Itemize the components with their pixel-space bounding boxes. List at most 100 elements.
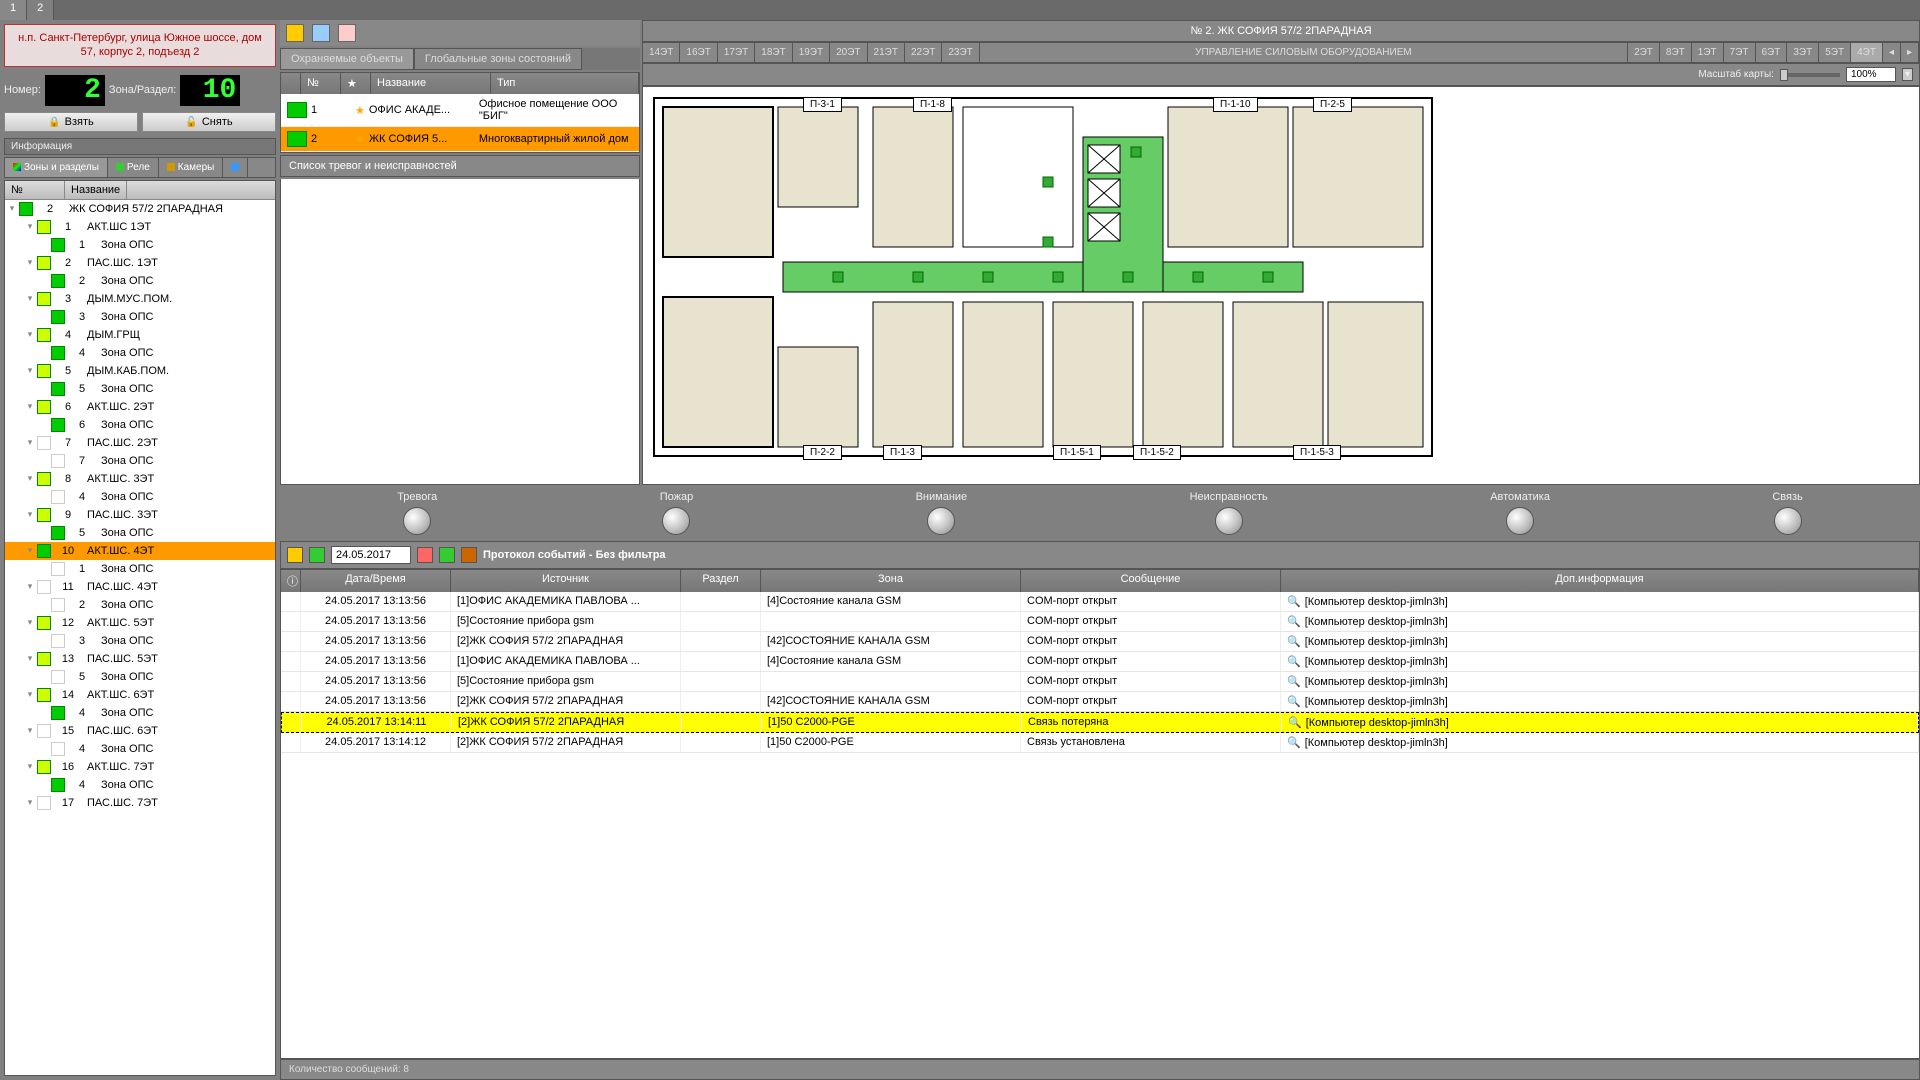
floor-tab[interactable]: 1ЭТ xyxy=(1692,43,1724,62)
tree-row[interactable]: ▾17ПАС.ШС. 7ЭТ xyxy=(5,794,275,812)
tree-row[interactable]: ▾15ПАС.ШС. 6ЭТ xyxy=(5,722,275,740)
object-row[interactable]: 2★ЖК СОФИЯ 5...Многоквартирный жилой дом xyxy=(281,127,639,152)
tree-row[interactable]: 5Зона ОПС xyxy=(5,524,275,542)
obj-col-type[interactable]: Тип xyxy=(491,73,639,94)
grid-col-message[interactable]: Сообщение xyxy=(1021,570,1281,592)
floorplan-canvas[interactable]: П-3-1 П-1-8 П-1-10 П-2-5 П-2-2 П-1-3 П-1… xyxy=(642,86,1920,485)
event-grid[interactable]: ⓘ Дата/Время Источник Раздел Зона Сообще… xyxy=(280,569,1920,1059)
alarms-list[interactable] xyxy=(280,179,640,485)
tree-row[interactable]: 5Зона ОПС xyxy=(5,668,275,686)
floor-tab[interactable]: 22ЭТ xyxy=(905,43,942,62)
tree-row[interactable]: ▾13ПАС.ШС. 5ЭТ xyxy=(5,650,275,668)
grid-col-datetime[interactable]: Дата/Время xyxy=(301,570,451,592)
grid-col-extra[interactable]: Доп.информация xyxy=(1281,570,1919,592)
floor-tab[interactable]: 14ЭТ xyxy=(643,43,680,62)
tree-row[interactable]: 6Зона ОПС xyxy=(5,416,275,434)
zone-tree[interactable]: № Название ▾2ЖК СОФИЯ 57/2 2ПАРАДНАЯ▾1АК… xyxy=(4,180,276,1076)
grid-col-section[interactable]: Раздел xyxy=(681,570,761,592)
floor-tab[interactable]: 20ЭТ xyxy=(830,43,867,62)
tree-root[interactable]: ▾2ЖК СОФИЯ 57/2 2ПАРАДНАЯ xyxy=(5,200,275,218)
tree-row[interactable]: 4Зона ОПС xyxy=(5,776,275,794)
arm-button[interactable]: Взять xyxy=(4,112,138,132)
tree-row[interactable]: 2Зона ОПС xyxy=(5,596,275,614)
magnifier-icon[interactable]: 🔍 xyxy=(1287,676,1301,688)
tree-col-num[interactable]: № xyxy=(5,181,65,199)
event-row[interactable]: 24.05.2017 13:13:56[5]Состояние прибора … xyxy=(281,612,1919,632)
clipboard-icon[interactable] xyxy=(338,24,356,42)
export-icon[interactable] xyxy=(439,547,455,563)
tree-row[interactable]: 4Зона ОПС xyxy=(5,740,275,758)
obj-col-num[interactable]: № xyxy=(301,73,341,94)
tree-row[interactable]: ▾4ДЫМ.ГРЩ xyxy=(5,326,275,344)
scale-dropdown-icon[interactable]: ▾ xyxy=(1902,68,1913,81)
tab-cameras[interactable]: Камеры xyxy=(159,158,224,177)
tree-row[interactable]: ▾16АКТ.ШС. 7ЭТ xyxy=(5,758,275,776)
floor-tab[interactable]: 21ЭТ xyxy=(868,43,905,62)
floor-tab[interactable]: 4ЭТ xyxy=(1851,43,1883,62)
event-row[interactable]: 24.05.2017 13:13:56[2]ЖК СОФИЯ 57/2 2ПАР… xyxy=(281,632,1919,652)
tree-row[interactable]: 1Зона ОПС xyxy=(5,236,275,254)
tree-row[interactable]: 1Зона ОПС xyxy=(5,560,275,578)
tree-row[interactable]: ▾7ПАС.ШС. 2ЭТ xyxy=(5,434,275,452)
tree-row[interactable]: ▾1АКТ.ШС 1ЭТ xyxy=(5,218,275,236)
tree-row[interactable]: ▾10АКТ.ШС. 4ЭТ xyxy=(5,542,275,560)
tree-row[interactable]: 5Зона ОПС xyxy=(5,380,275,398)
scroll-right-icon[interactable]: ▸ xyxy=(1901,43,1919,62)
tree-row[interactable]: ▾14АКТ.ШС. 6ЭТ xyxy=(5,686,275,704)
tab-relay[interactable]: Реле xyxy=(108,158,159,177)
floor-tab[interactable]: 8ЭТ xyxy=(1660,43,1692,62)
event-row[interactable]: 24.05.2017 13:13:56[5]Состояние прибора … xyxy=(281,672,1919,692)
tab-zones[interactable]: Зоны и разделы xyxy=(5,158,108,177)
tree-row[interactable]: 2Зона ОПС xyxy=(5,272,275,290)
obj-col-name[interactable]: Название xyxy=(371,73,491,94)
tree-row[interactable]: ▾6АКТ.ШС. 2ЭТ xyxy=(5,398,275,416)
event-row[interactable]: 24.05.2017 13:14:12[2]ЖК СОФИЯ 57/2 2ПАР… xyxy=(281,733,1919,753)
tree-col-name[interactable]: Название xyxy=(65,181,127,199)
tree-row[interactable]: 4Зона ОПС xyxy=(5,488,275,506)
window-tab-1[interactable]: 1 xyxy=(0,0,27,20)
floor-tab[interactable]: 6ЭТ xyxy=(1756,43,1788,62)
tree-row[interactable]: 3Зона ОПС xyxy=(5,308,275,326)
floor-tab[interactable]: 2ЭТ xyxy=(1628,43,1660,62)
magnifier-icon[interactable]: 🔍 xyxy=(1288,717,1302,729)
tree-row[interactable]: ▾9ПАС.ШС. 3ЭТ xyxy=(5,506,275,524)
tree-row[interactable]: ▾5ДЫМ.КАБ.ПОМ. xyxy=(5,362,275,380)
floor-tab[interactable]: 5ЭТ xyxy=(1819,43,1851,62)
tree-row[interactable]: 4Зона ОПС xyxy=(5,344,275,362)
floor-tab-management[interactable]: УПРАВЛЕНИЕ СИЛОВЫМ ОБОРУДОВАНИЕМ xyxy=(980,43,1628,62)
tree-row[interactable]: 4Зона ОПС xyxy=(5,704,275,722)
grid-col-zone[interactable]: Зона xyxy=(761,570,1021,592)
floor-tab[interactable]: 7ЭТ xyxy=(1724,43,1756,62)
scroll-left-icon[interactable]: ◂ xyxy=(1883,43,1901,62)
filter-clear-icon[interactable] xyxy=(287,547,303,563)
magnifier-icon[interactable]: 🔍 xyxy=(1287,737,1301,749)
event-row[interactable]: 24.05.2017 13:13:56[1]ОФИС АКАДЕМИКА ПАВ… xyxy=(281,592,1919,612)
scale-slider[interactable] xyxy=(1780,73,1840,77)
disarm-button[interactable]: Снять xyxy=(142,112,276,132)
tab-protected-objects[interactable]: Охраняемые объекты xyxy=(280,48,414,70)
event-row[interactable]: 24.05.2017 13:13:56[2]ЖК СОФИЯ 57/2 2ПАР… xyxy=(281,692,1919,712)
floor-tabs[interactable]: 14ЭТ16ЭТ17ЭТ18ЭТ19ЭТ20ЭТ21ЭТ22ЭТ23ЭТУПРА… xyxy=(642,42,1920,63)
scale-input[interactable] xyxy=(1846,67,1896,82)
floor-tab[interactable]: 17ЭТ xyxy=(718,43,755,62)
magnifier-icon[interactable]: 🔍 xyxy=(1287,596,1301,608)
magnifier-icon[interactable]: 🔍 xyxy=(1287,616,1301,628)
grid-col-source[interactable]: Источник xyxy=(451,570,681,592)
grid-col-info[interactable]: ⓘ xyxy=(281,570,301,592)
magnifier-icon[interactable]: 🔍 xyxy=(1287,696,1301,708)
tree-row[interactable]: ▾8АКТ.ШС. 3ЭТ xyxy=(5,470,275,488)
calendar-icon[interactable] xyxy=(417,547,433,563)
date-input[interactable] xyxy=(331,546,411,564)
event-row[interactable]: 24.05.2017 13:14:11[2]ЖК СОФИЯ 57/2 2ПАР… xyxy=(281,712,1919,733)
floor-tab[interactable]: 16ЭТ xyxy=(680,43,717,62)
tree-row[interactable]: 7Зона ОПС xyxy=(5,452,275,470)
object-row[interactable]: 1★ОФИС АКАДЕ...Офисное помещение ООО "БИ… xyxy=(281,94,639,127)
event-row[interactable]: 24.05.2017 13:13:56[1]ОФИС АКАДЕМИКА ПАВ… xyxy=(281,652,1919,672)
arrow-icon[interactable] xyxy=(461,547,477,563)
floor-tab[interactable]: 23ЭТ xyxy=(942,43,979,62)
tab-extra[interactable] xyxy=(223,158,248,177)
tree-row[interactable]: ▾3ДЫМ.МУС.ПОМ. xyxy=(5,290,275,308)
filter-icon[interactable] xyxy=(286,24,304,42)
tab-global-zones[interactable]: Глобальные зоны состояний xyxy=(414,48,582,70)
magnifier-icon[interactable]: 🔍 xyxy=(1287,636,1301,648)
